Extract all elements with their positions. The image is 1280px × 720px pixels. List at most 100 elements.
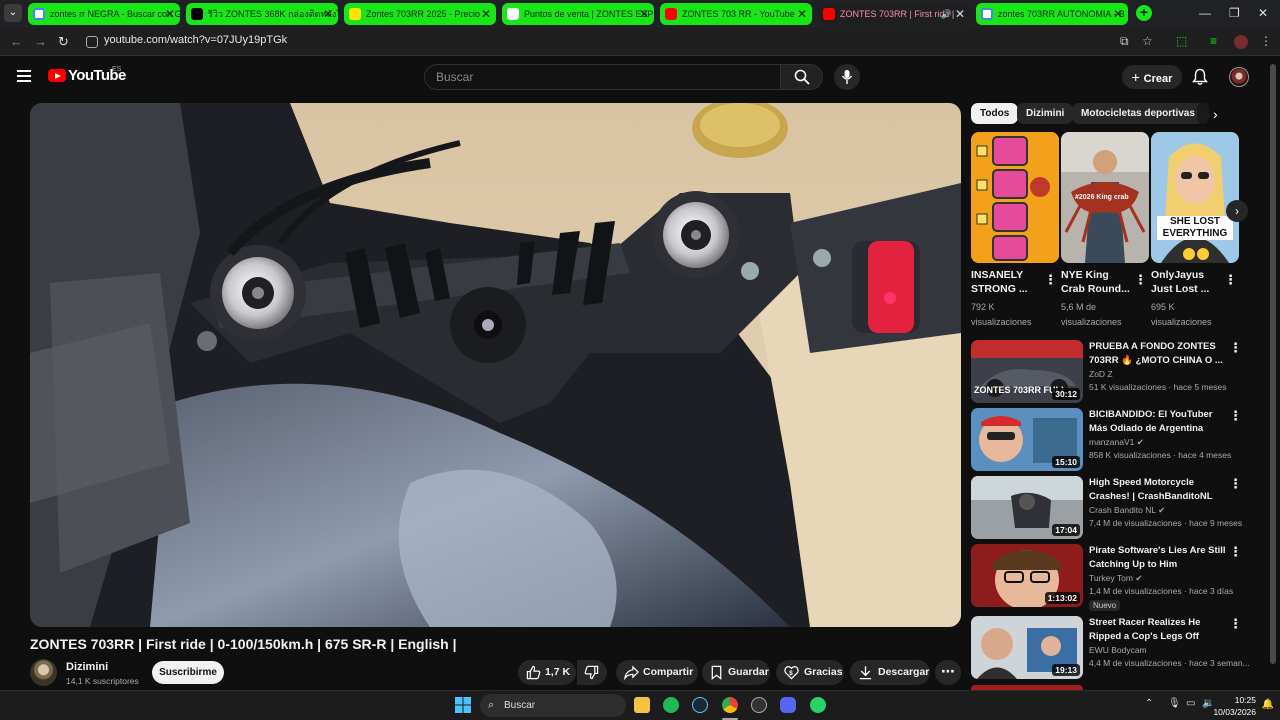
short-title[interactable]: OnlyJayus Just Lost ... <box>1151 268 1225 296</box>
obs-icon[interactable] <box>751 697 767 713</box>
subscribe-button[interactable]: Suscribirme <box>152 661 224 684</box>
video-title-link[interactable]: Pirate Software's Lies Are Still Catchin… <box>1089 544 1227 571</box>
notifications-bell-icon[interactable] <box>1192 68 1208 86</box>
menu-hamburger-icon[interactable] <box>17 70 31 82</box>
browser-tab[interactable]: รีวิว ZONTES 368K กล่องติดหลังใจดี ✕ <box>186 3 338 25</box>
reload-icon[interactable]: ↻ <box>58 34 69 50</box>
short-title[interactable]: NYE King Crab Round... <box>1061 268 1135 296</box>
more-actions-icon[interactable]: ⋯ <box>935 660 961 685</box>
spotify-icon[interactable] <box>663 697 679 713</box>
channel-avatar[interactable] <box>30 659 57 686</box>
discord-icon[interactable] <box>780 697 796 713</box>
chip-motocicletas[interactable]: Motocicletas deportivas <box>1072 103 1204 124</box>
audio-playing-icon[interactable]: 🔊 <box>941 3 952 25</box>
search-button[interactable] <box>781 64 823 90</box>
chevron-right-icon[interactable]: › <box>1213 106 1218 122</box>
network-icon[interactable]: ▭ <box>1186 698 1195 709</box>
close-icon[interactable]: ✕ <box>639 3 649 25</box>
browser-tab[interactable]: zontes rr NEGRA - Buscar con Google ✕ <box>28 3 180 25</box>
thanks-button[interactable]: $ Gracias <box>776 660 844 685</box>
taskbar-search[interactable]: ⌕ Buscar <box>480 694 626 717</box>
bookmark-star-icon[interactable]: ☆ <box>1142 34 1153 48</box>
more-vert-icon[interactable]: ⋮ <box>1224 272 1237 288</box>
short-thumbnail[interactable]: #2026 King crab <box>1061 132 1149 263</box>
video-title-link[interactable]: High Speed Motorcycle Crashes! | CrashBa… <box>1089 476 1227 503</box>
video-thumbnail[interactable]: ZONTES 703RR FULL 30:12 <box>971 340 1083 403</box>
browser-tab[interactable]: Zontes 703RR 2025 - Precio ✕ <box>344 3 496 25</box>
file-explorer-icon[interactable] <box>634 697 650 713</box>
search-input[interactable]: Buscar <box>424 64 781 90</box>
page-scrollbar[interactable] <box>1270 64 1276 664</box>
notification-center-icon[interactable]: 🔔 <box>1262 699 1274 710</box>
close-icon[interactable]: ✕ <box>481 3 491 25</box>
more-vert-icon[interactable]: ⋮ <box>1134 272 1147 288</box>
more-vert-icon[interactable]: ⋮ <box>1229 408 1242 424</box>
close-icon[interactable]: ✕ <box>323 3 333 25</box>
tab-search-dropdown-icon[interactable]: ⌄ <box>4 4 22 22</box>
close-icon[interactable]: ✕ <box>797 3 807 25</box>
more-vert-icon[interactable]: ⋮ <box>1044 272 1057 288</box>
site-info-icon[interactable] <box>86 36 98 48</box>
video-thumbnail[interactable]: 1:13:02 <box>971 544 1083 607</box>
youtube-logo-icon[interactable] <box>48 69 66 82</box>
new-tab-button[interactable]: + <box>1136 5 1152 21</box>
chip-todos[interactable]: Todos <box>971 103 1019 124</box>
voice-search-button[interactable] <box>834 64 860 90</box>
profile-avatar-icon[interactable] <box>1234 35 1248 49</box>
more-vert-icon[interactable]: ⋮ <box>1229 544 1242 560</box>
more-vert-icon[interactable]: ⋮ <box>1229 616 1242 632</box>
chevron-up-icon[interactable]: ⌃ <box>1145 698 1153 709</box>
forward-icon[interactable]: → <box>34 34 47 49</box>
windows-start-icon[interactable] <box>455 697 471 713</box>
close-icon[interactable]: ✕ <box>1113 3 1123 25</box>
create-button[interactable]: + Crear <box>1122 65 1182 89</box>
channel-name[interactable]: Dizimini <box>66 661 108 673</box>
extensions-icon[interactable]: ⬚ <box>1176 34 1187 48</box>
browser-tab-active[interactable]: ZONTES 703RR | First ride | 🔊 ✕ <box>818 3 970 25</box>
video-thumbnail[interactable]: 17:04 <box>971 476 1083 539</box>
whatsapp-icon[interactable] <box>810 697 826 713</box>
short-title[interactable]: INSANELY STRONG ... <box>971 268 1045 296</box>
video-channel[interactable]: Crash Bandito NL ✔ <box>1089 505 1165 516</box>
video-title-link[interactable]: Street Racer Realizes He Ripped a Cop's … <box>1089 616 1227 643</box>
like-button[interactable]: 1,7 K <box>518 660 576 685</box>
more-vert-icon[interactable]: ⋮ <box>1229 476 1242 492</box>
video-player[interactable] <box>30 103 961 627</box>
browser-tab[interactable]: zontes 703RR AUTONOMIA - B ✕ <box>976 3 1128 25</box>
minimize-icon[interactable]: — <box>1199 6 1211 20</box>
dislike-button[interactable] <box>577 660 607 685</box>
video-title-link[interactable]: BICIBANDIDO: El YouTuber Más Odiado de A… <box>1089 408 1227 435</box>
download-button[interactable]: Descargar <box>850 660 930 685</box>
video-channel[interactable]: EWU Bodycam <box>1089 645 1147 655</box>
video-channel[interactable]: ZoD Z <box>1089 369 1113 379</box>
save-button[interactable]: Guardar <box>702 660 770 685</box>
close-window-icon[interactable]: ✕ <box>1258 6 1268 20</box>
short-thumbnail[interactable] <box>971 132 1059 263</box>
shorts-next-chevron-icon[interactable]: › <box>1226 200 1248 222</box>
system-clock[interactable]: 10:25 10/03/2026 <box>1213 694 1256 718</box>
video-channel[interactable]: Turkey Tom ✔ <box>1089 573 1142 584</box>
browser-tab[interactable]: ZONTES 703 RR - YouTube ✕ <box>660 3 812 25</box>
menu-kebab-icon[interactable]: ⋮ <box>1260 34 1272 48</box>
video-thumbnail[interactable]: 15:10 <box>971 408 1083 471</box>
microphone-tray-icon[interactable]: 🎙 <box>1168 698 1181 709</box>
close-icon[interactable]: ✕ <box>165 3 175 25</box>
video-channel[interactable]: manzanaV1 ✔ <box>1089 437 1144 448</box>
cast-icon[interactable]: ⧉ <box>1120 34 1129 49</box>
reading-list-icon[interactable]: ≡ <box>1210 34 1217 48</box>
video-title-link[interactable]: PRUEBA A FONDO ZONTES 703RR 🔥 ¿MOTO CHIN… <box>1089 340 1227 367</box>
chip-overflow[interactable] <box>1197 103 1209 124</box>
video-thumbnail[interactable]: 19:13 <box>971 616 1083 679</box>
back-icon[interactable]: ← <box>10 34 23 49</box>
avatar[interactable] <box>1229 67 1249 87</box>
short-thumbnail[interactable]: SHE LOST EVERYTHING <box>1151 132 1239 263</box>
browser-tab[interactable]: Puntos de venta | ZONTES ESP ✕ <box>502 3 654 25</box>
url-field[interactable]: youtube.com/watch?v=07JUy19pTGk <box>104 34 287 46</box>
restore-icon[interactable]: ❐ <box>1229 6 1240 20</box>
steam-icon[interactable] <box>692 697 708 713</box>
more-vert-icon[interactable]: ⋮ <box>1229 340 1242 356</box>
close-icon[interactable]: ✕ <box>955 3 965 25</box>
share-button[interactable]: Compartir <box>616 660 698 685</box>
chrome-icon[interactable] <box>722 697 738 713</box>
chip-dizimini[interactable]: Dizimini <box>1017 103 1074 124</box>
